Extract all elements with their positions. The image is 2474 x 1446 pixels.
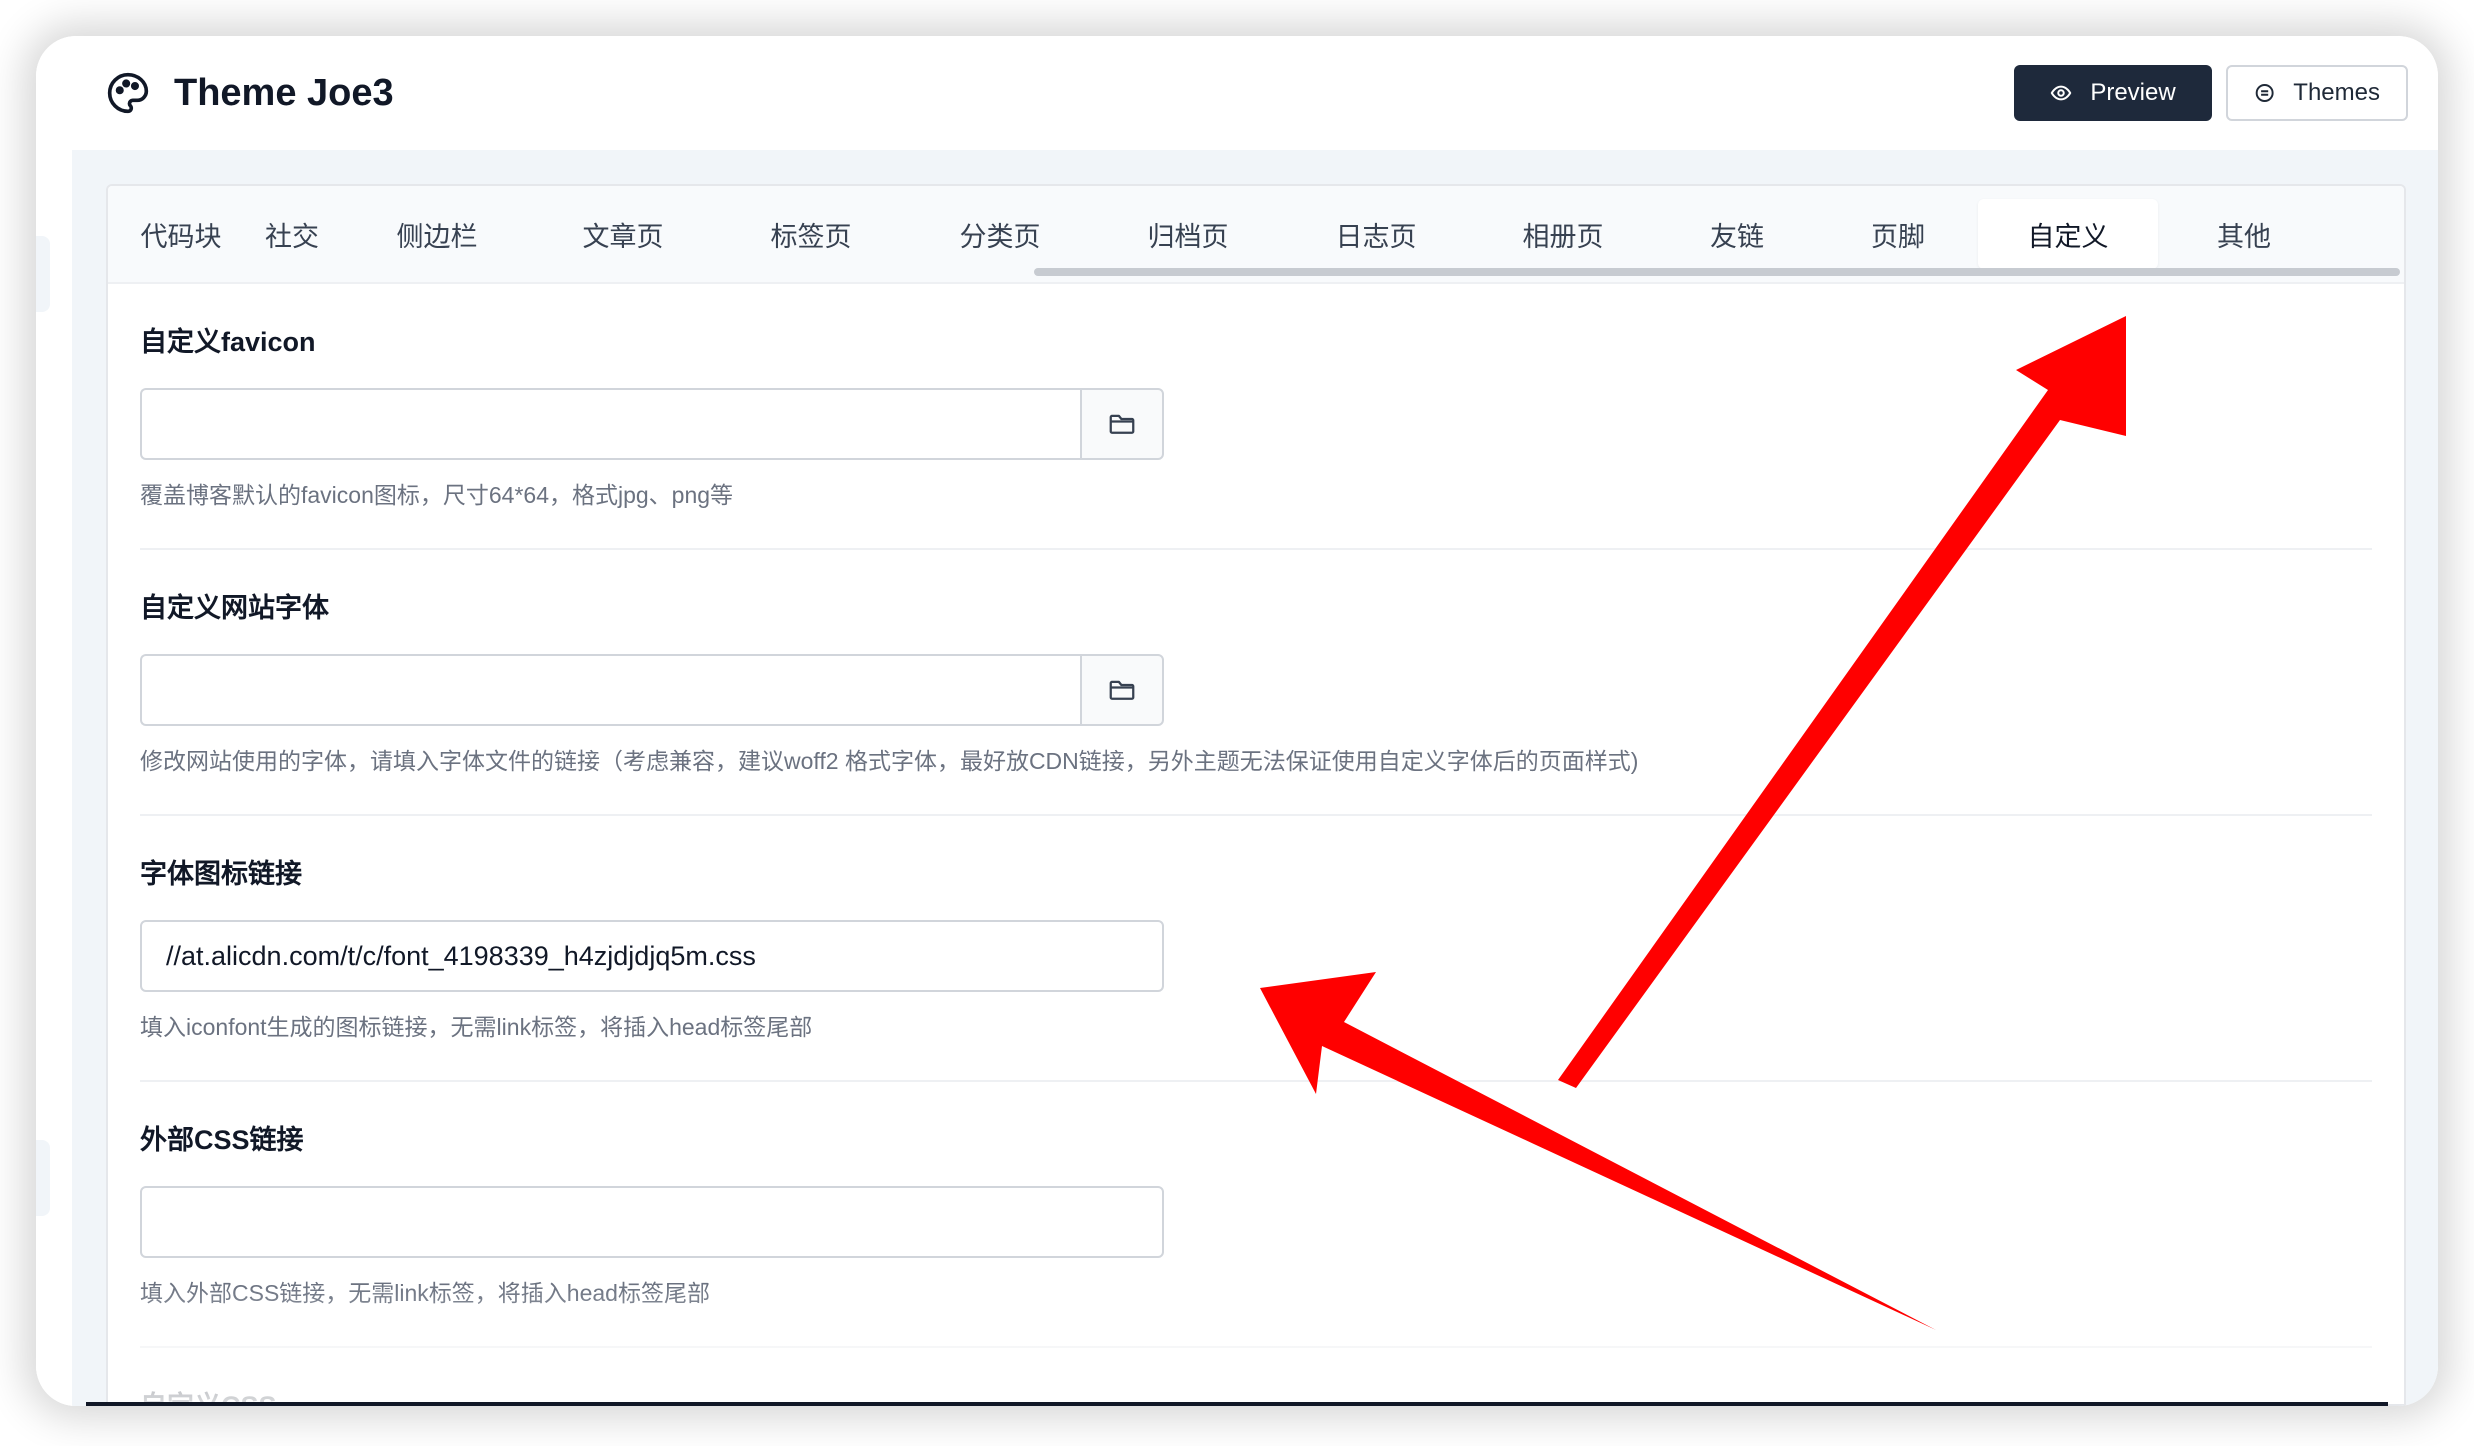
tab-footer[interactable]: 页脚 — [1818, 199, 1978, 269]
left-edge — [36, 150, 72, 1406]
tab-category-page[interactable]: 分类页 — [906, 199, 1094, 269]
tab-sidebar[interactable]: 侧边栏 — [344, 199, 530, 269]
field-icon-font-link: 字体图标链接 填入iconfont生成的图标链接，无需link标签，将插入hea… — [140, 816, 2372, 1082]
field-help: 修改网站使用的字体，请填入字体文件的链接（考虑兼容，建议woff2 格式字体，最… — [140, 748, 1639, 774]
collapsed-panel-tab[interactable] — [36, 236, 50, 312]
tab-friend-links[interactable]: 友链 — [1656, 199, 1818, 269]
page-header: Theme Joe3 Preview Themes — [36, 36, 2438, 150]
field-external-css: 外部CSS链接 填入外部CSS链接，无需link标签，将插入head标签尾部 — [140, 1082, 2372, 1348]
tab-code-block[interactable]: 代码块 — [122, 199, 240, 269]
tab-other[interactable]: 其他 — [2158, 199, 2330, 269]
tab-scrollbar[interactable] — [1034, 268, 2400, 276]
tab-tag-page[interactable]: 标签页 — [716, 199, 906, 269]
favicon-input[interactable] — [140, 388, 1080, 460]
folder-icon — [1109, 680, 1135, 700]
settings-card: 代码块 社交 侧边栏 文章页 标签页 分类页 归档页 日志页 相册页 友链 页脚… — [106, 184, 2406, 1406]
field-label: 字体图标链接 — [140, 859, 302, 889]
field-label: 外部CSS链接 — [140, 1125, 304, 1155]
field-custom-favicon: 自定义favicon 覆盖博客默认的favicon图标，尺寸64*64，格式jp… — [140, 284, 2372, 550]
tab-article-page[interactable]: 文章页 — [530, 199, 716, 269]
font-input[interactable] — [140, 654, 1080, 726]
tab-log-page[interactable]: 日志页 — [1282, 199, 1470, 269]
field-help: 覆盖博客默认的favicon图标，尺寸64*64，格式jpg、png等 — [140, 482, 734, 508]
field-help: 填入iconfont生成的图标链接，无需link标签，将插入head标签尾部 — [140, 1014, 813, 1040]
palette-icon — [107, 72, 149, 114]
themes-button-label: Themes — [2293, 79, 2380, 106]
tab-custom[interactable]: 自定义 — [1978, 199, 2158, 269]
eye-icon — [2051, 85, 2072, 101]
swatch-icon — [2255, 84, 2274, 102]
field-label: 自定义网站字体 — [140, 593, 329, 623]
content-area: 代码块 社交 侧边栏 文章页 标签页 分类页 归档页 日志页 相册页 友链 页脚… — [72, 150, 2438, 1406]
field-label: 自定义favicon — [140, 327, 316, 357]
settings-form: 自定义favicon 覆盖博客默认的favicon图标，尺寸64*64，格式jp… — [108, 284, 2404, 1406]
field-custom-font: 自定义网站字体 修改网站使用的字体，请填入字体文件的链接（考虑兼容，建议woff… — [140, 550, 2372, 816]
themes-button[interactable]: Themes — [2226, 65, 2408, 121]
field-label: 自定义CSS — [140, 1391, 277, 1406]
tab-social[interactable]: 社交 — [240, 199, 344, 269]
page-title: Theme Joe3 — [174, 71, 394, 114]
preview-button[interactable]: Preview — [2014, 65, 2212, 121]
font-picker-button[interactable] — [1080, 654, 1164, 726]
tab-bar: 代码块 社交 侧边栏 文章页 标签页 分类页 归档页 日志页 相册页 友链 页脚… — [108, 186, 2404, 284]
icon-font-link-input[interactable] — [140, 920, 1164, 992]
favicon-picker-button[interactable] — [1080, 388, 1164, 460]
collapsed-panel-tab[interactable] — [36, 1140, 50, 1216]
window-bottom-edge — [86, 1402, 2388, 1406]
folder-icon — [1109, 414, 1135, 434]
external-css-input[interactable] — [140, 1186, 1164, 1258]
app-window: Theme Joe3 Preview Themes 代码块 社交 侧边栏 文章页… — [36, 36, 2438, 1406]
tab-album-page[interactable]: 相册页 — [1470, 199, 1656, 269]
field-custom-css: 自定义CSS — [140, 1348, 2372, 1406]
field-help: 填入外部CSS链接，无需link标签，将插入head标签尾部 — [140, 1280, 710, 1306]
tab-archive-page[interactable]: 归档页 — [1094, 199, 1282, 269]
preview-button-label: Preview — [2090, 79, 2176, 106]
